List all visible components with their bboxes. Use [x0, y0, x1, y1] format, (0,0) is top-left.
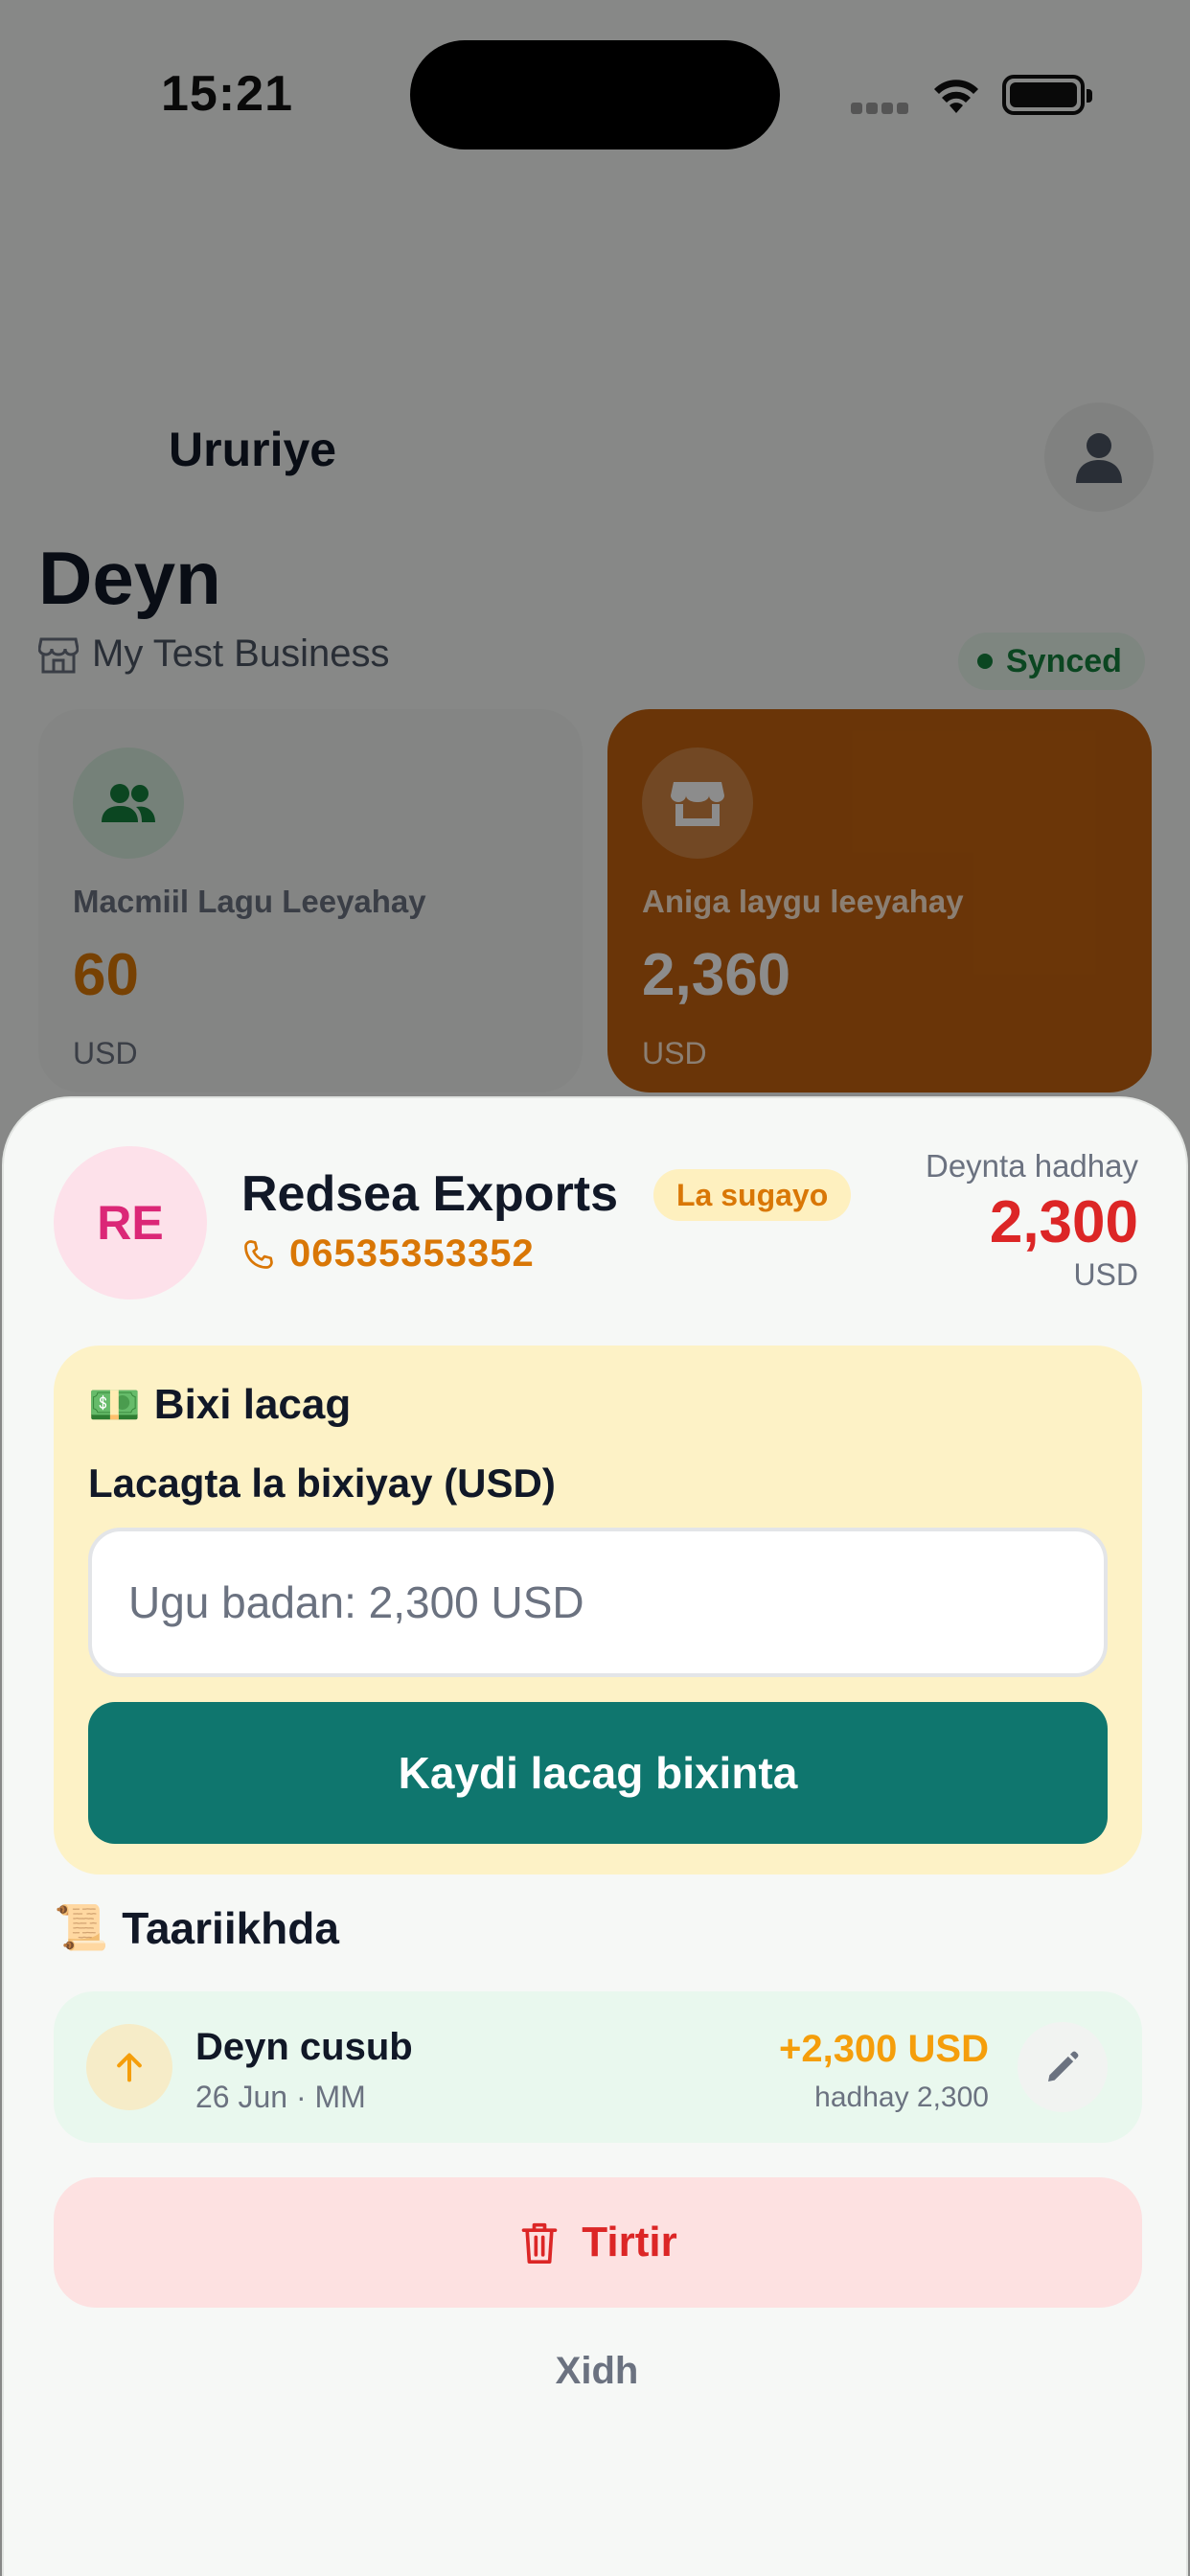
customer-detail-sheet: RE Redsea Exports La sugayo 06535353352 …: [2, 1096, 1188, 2576]
pencil-icon: [1048, 2051, 1079, 2082]
save-payment-button[interactable]: Kaydi lacag bixinta: [88, 1702, 1108, 1844]
avatar: RE: [54, 1146, 207, 1300]
amount-input[interactable]: [88, 1528, 1108, 1677]
history-title: 📜 Taariikhda: [54, 1901, 339, 1954]
delete-button[interactable]: Tirtir: [54, 2177, 1142, 2308]
status-badge: La sugayo: [653, 1169, 852, 1221]
arrow-up-icon: [86, 2024, 172, 2110]
customer-name: Redsea Exports: [241, 1166, 619, 1222]
history-item: Deyn cusub 26 Jun · MM +2,300 USD hadhay…: [54, 1991, 1142, 2143]
scroll-icon: 📜: [54, 1902, 109, 1952]
history-item-meta: 26 Jun · MM: [195, 2080, 366, 2114]
history-item-balance: hadhay 2,300: [814, 2082, 989, 2113]
phone-link[interactable]: 06535353352: [241, 1232, 535, 1276]
payment-form: 💵 Bixi lacag Lacagta la bixiyay (USD) Ka…: [54, 1346, 1142, 1874]
remaining-debt-value: 2,300: [989, 1189, 1138, 1255]
remaining-debt-label: Deynta hadhay: [926, 1148, 1138, 1184]
phone-icon: [244, 1239, 273, 1269]
close-button[interactable]: Xidh: [4, 2350, 1190, 2393]
remaining-debt-currency: USD: [1073, 1257, 1138, 1292]
trash-icon: [521, 2222, 558, 2264]
payment-title-label: Bixi lacag: [153, 1381, 352, 1428]
edit-button[interactable]: [1018, 2022, 1108, 2112]
history-item-title: Deyn cusub: [195, 2026, 413, 2068]
customer-phone: 06535353352: [289, 1232, 535, 1275]
payment-title: 💵 Bixi lacag: [88, 1380, 1108, 1430]
delete-label: Tirtir: [582, 2219, 677, 2266]
history-item-amount: +2,300 USD: [778, 2028, 989, 2070]
money-icon: 💵: [88, 1382, 141, 1429]
history-title-label: Taariikhda: [122, 1902, 339, 1953]
amount-field-label: Lacagta la bixiyay (USD): [88, 1460, 556, 1506]
